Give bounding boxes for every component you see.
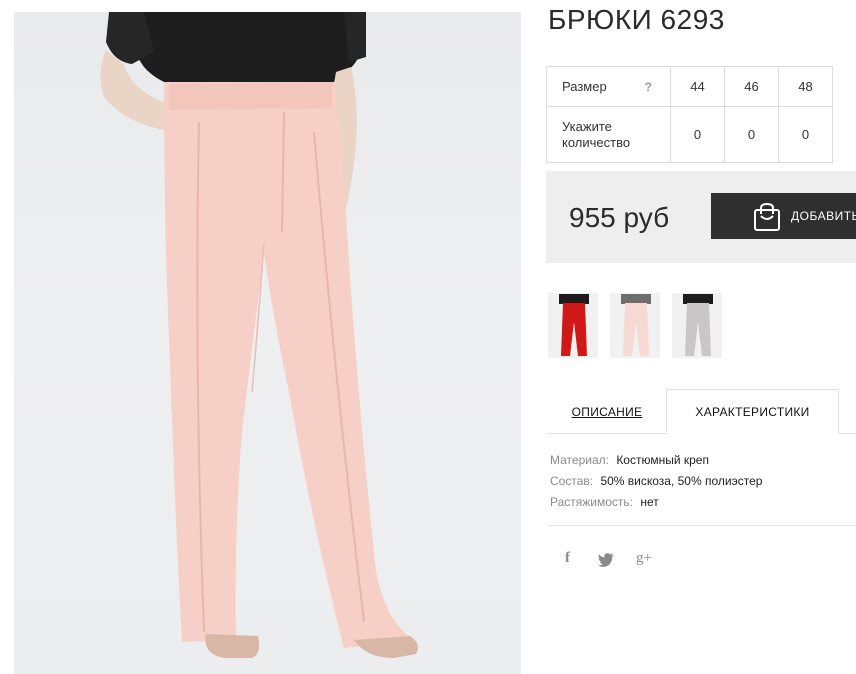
shopping-bag-icon	[754, 202, 780, 231]
spec-value: Костюмный креп	[616, 453, 709, 467]
color-variant-red[interactable]	[548, 293, 598, 358]
size-label-cell: Размер ?	[546, 66, 671, 107]
red-pants-thumbnail	[559, 294, 589, 356]
pink-pants-thumbnail	[621, 294, 651, 356]
size-label: Размер	[562, 79, 607, 94]
spec-key: Состав:	[550, 474, 594, 488]
quantity-input-44[interactable]: 0	[670, 106, 725, 163]
google-plus-icon[interactable]: g+	[636, 550, 652, 567]
size-48: 48	[778, 66, 833, 107]
facebook-icon[interactable]: f	[565, 550, 570, 567]
pants-model-illustration	[100, 12, 418, 658]
spec-key: Материал:	[550, 453, 609, 467]
spec-value: 50% вискоза, 50% полиэстер	[600, 474, 763, 488]
add-to-cart-label: ДОБАВИТЬ	[791, 209, 856, 223]
size-46: 46	[724, 66, 779, 107]
color-variant-pink[interactable]	[610, 293, 660, 358]
size-quantity-table: Размер ? 44 46 48 Укажите количество 0 0…	[546, 66, 833, 163]
product-photo	[14, 12, 521, 674]
tab-characteristics[interactable]: ХАРАКТЕРИСТИКИ	[666, 389, 839, 434]
spec-row-material: Материал: Костюмный креп	[550, 452, 762, 473]
size-44: 44	[670, 66, 725, 107]
price-block: 955 руб ДОБАВИТЬ	[546, 171, 856, 263]
quantity-row: Укажите количество 0 0 0	[546, 106, 833, 163]
size-row: Размер ? 44 46 48	[546, 66, 833, 107]
quantity-label-cell: Укажите количество	[546, 106, 671, 163]
product-title: БРЮКИ 6293	[548, 4, 725, 35]
section-divider	[548, 525, 856, 526]
quantity-input-46[interactable]: 0	[724, 106, 779, 163]
spec-value: нет	[640, 495, 659, 509]
spec-row-composition: Состав: 50% вискоза, 50% полиэстер	[550, 473, 762, 494]
twitter-icon[interactable]	[598, 553, 614, 571]
add-to-cart-button[interactable]: ДОБАВИТЬ	[711, 193, 856, 239]
color-variant-grey[interactable]	[672, 293, 722, 358]
product-price: 955 руб	[569, 202, 670, 233]
quantity-input-48[interactable]: 0	[778, 106, 833, 163]
grey-pants-thumbnail	[683, 294, 713, 356]
spec-row-stretch: Растяжимость: нет	[550, 494, 762, 515]
tab-description[interactable]: ОПИСАНИЕ	[548, 389, 666, 434]
spec-key: Растяжимость:	[550, 495, 634, 509]
twitter-bird-glyph	[598, 553, 614, 567]
quantity-label: Укажите количество	[562, 118, 631, 150]
help-icon[interactable]: ?	[645, 80, 652, 94]
characteristics-list: Материал: Костюмный креп Состав: 50% вис…	[550, 452, 762, 515]
